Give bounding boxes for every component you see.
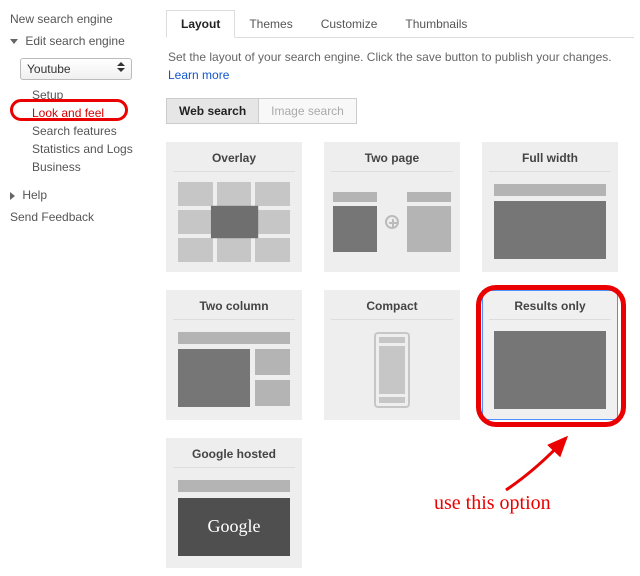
- tab-thumbnails[interactable]: Thumbnails: [391, 11, 481, 37]
- layout-card-overlay[interactable]: Overlay: [166, 142, 302, 272]
- card-title: Overlay: [173, 149, 295, 172]
- edit-engine-label: Edit search engine: [25, 34, 124, 48]
- annotation-arrow-icon: [496, 430, 586, 500]
- sidebar-item-look-and-feel[interactable]: Look and feel: [32, 104, 104, 122]
- help-label: Help: [22, 188, 47, 202]
- tab-themes[interactable]: Themes: [235, 11, 306, 37]
- layout-card-compact[interactable]: Compact: [324, 290, 460, 420]
- instructions-text: Set the layout of your search engine. Cl…: [166, 38, 634, 98]
- sidebar-item-business[interactable]: Business: [32, 158, 156, 176]
- layout-card-two-page[interactable]: Two page: [324, 142, 460, 272]
- edit-engine-sublist: Setup Look and feel Search features Stat…: [32, 86, 156, 176]
- layout-card-full-width[interactable]: Full width: [482, 142, 618, 272]
- two-page-preview: [331, 178, 453, 265]
- subtab-image-search[interactable]: Image search: [258, 98, 357, 124]
- tab-customize[interactable]: Customize: [307, 11, 392, 37]
- compact-preview: [331, 326, 453, 413]
- plus-icon: [385, 215, 399, 229]
- chevron-down-icon: [10, 39, 18, 44]
- card-title: Full width: [489, 149, 611, 172]
- sidebar-item-setup[interactable]: Setup: [32, 86, 156, 104]
- card-title: Google hosted: [173, 445, 295, 468]
- subtabs: Web search Image search: [166, 98, 634, 124]
- card-title: Results only: [489, 297, 611, 320]
- instructions-body: Set the layout of your search engine. Cl…: [168, 50, 612, 64]
- send-feedback-link[interactable]: Send Feedback: [6, 206, 156, 228]
- chevron-right-icon: [10, 192, 15, 200]
- main-content: Layout Themes Customize Thumbnails Set t…: [156, 8, 634, 568]
- sidebar: New search engine Edit search engine You…: [6, 8, 156, 568]
- subtab-web-search[interactable]: Web search: [166, 98, 259, 124]
- card-title: Compact: [331, 297, 453, 320]
- edit-search-engine-toggle[interactable]: Edit search engine: [6, 30, 156, 52]
- annotation-text: use this option: [434, 492, 551, 515]
- card-title: Two page: [331, 149, 453, 172]
- help-toggle[interactable]: Help: [6, 184, 156, 206]
- new-search-engine-link[interactable]: New search engine: [6, 8, 156, 30]
- layout-card-google-hosted[interactable]: Google hosted Google: [166, 438, 302, 568]
- sidebar-item-search-features[interactable]: Search features: [32, 122, 156, 140]
- engine-select[interactable]: Youtube: [20, 58, 132, 80]
- google-hosted-preview: Google: [173, 474, 295, 561]
- full-width-preview: [489, 178, 611, 265]
- layout-card-results-only[interactable]: Results only: [482, 290, 618, 420]
- learn-more-link[interactable]: Learn more: [168, 68, 229, 82]
- google-logo: Google: [178, 498, 290, 556]
- engine-select-value: Youtube: [27, 62, 71, 76]
- tabbar: Layout Themes Customize Thumbnails: [166, 8, 634, 38]
- results-only-preview: [489, 326, 611, 413]
- layout-card-two-column[interactable]: Two column: [166, 290, 302, 420]
- layout-grid: Overlay Two page: [166, 142, 634, 568]
- card-title: Two column: [173, 297, 295, 320]
- tab-layout[interactable]: Layout: [166, 10, 235, 38]
- phone-icon: [374, 332, 410, 408]
- two-column-preview: [173, 326, 295, 413]
- overlay-preview: [173, 178, 295, 265]
- sidebar-item-stats-logs[interactable]: Statistics and Logs: [32, 140, 156, 158]
